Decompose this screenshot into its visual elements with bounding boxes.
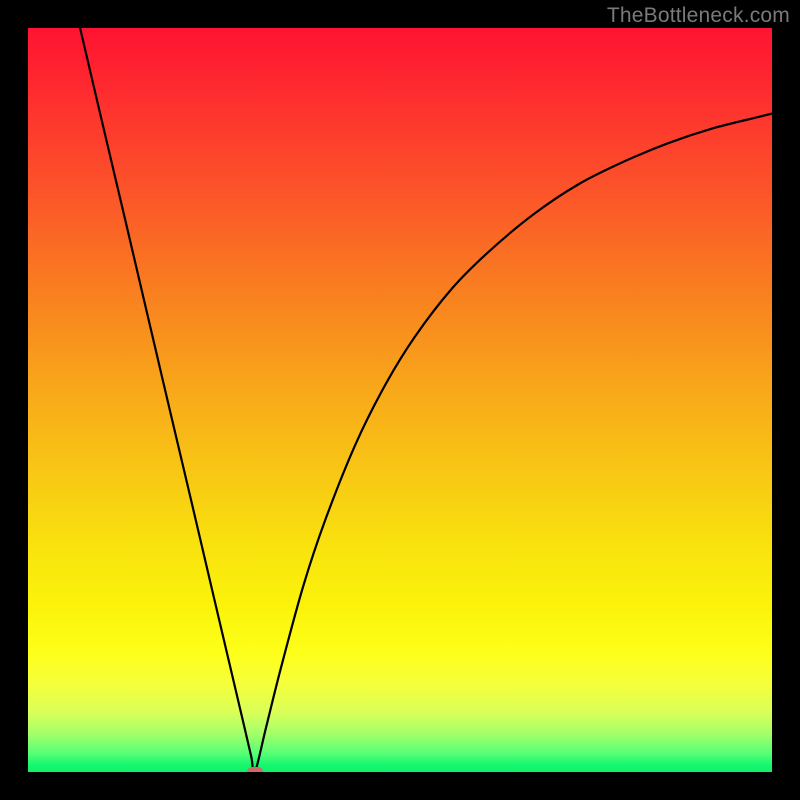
chart-container: TheBottleneck.com bbox=[0, 0, 800, 800]
plot-area bbox=[28, 28, 772, 772]
curve-layer bbox=[28, 28, 772, 772]
bottleneck-curve bbox=[80, 28, 772, 772]
optimal-point-marker bbox=[247, 767, 263, 772]
watermark-text: TheBottleneck.com bbox=[607, 4, 790, 28]
